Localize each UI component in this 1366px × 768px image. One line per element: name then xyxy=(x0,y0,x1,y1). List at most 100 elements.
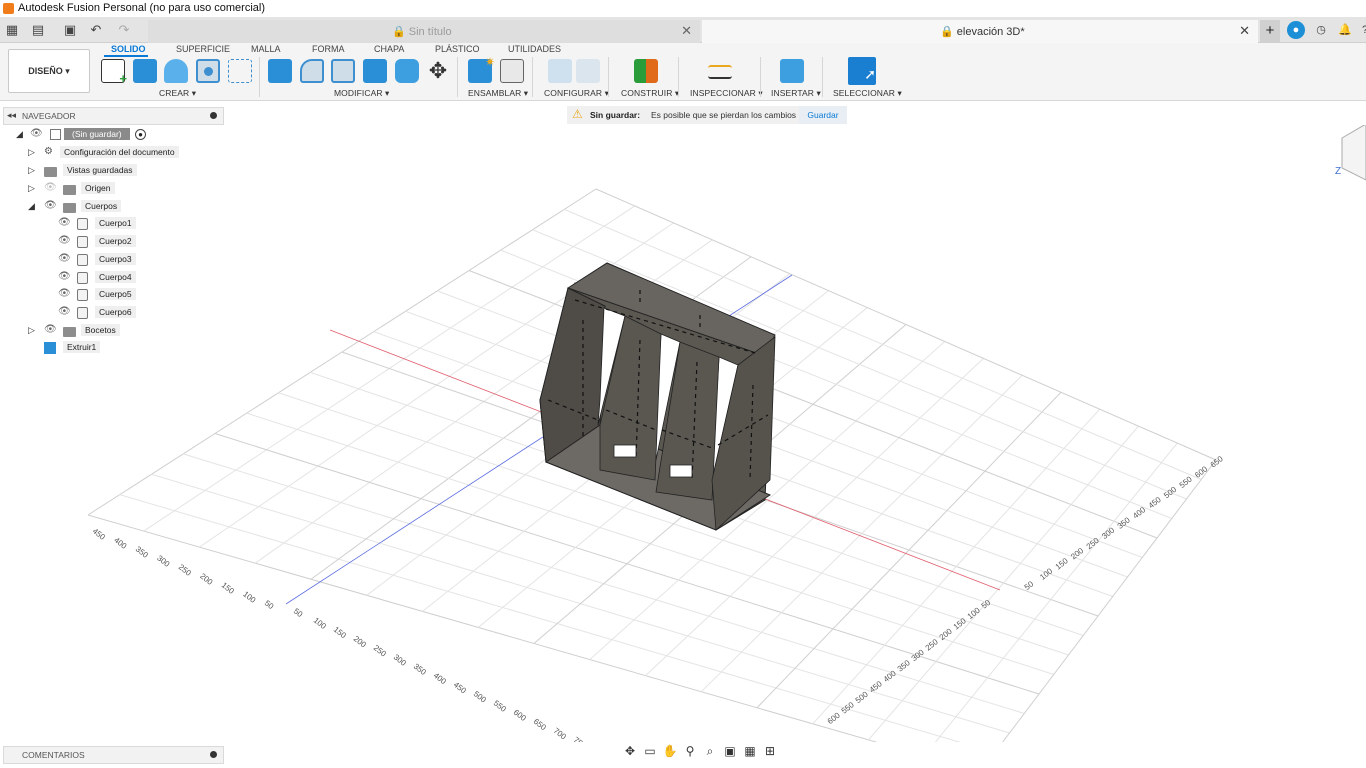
unsaved-warning-bar: ⚠ Sin guardar: Es posible que se pierdan… xyxy=(567,106,847,124)
tab-plastico[interactable]: PLÁSTICO xyxy=(435,44,480,54)
browser-navigator-header[interactable]: ◂◂ NAVEGADOR xyxy=(3,107,224,125)
grid-ruler-label: 450 xyxy=(452,680,468,696)
insert-image-icon[interactable] xyxy=(780,59,804,83)
grid-line xyxy=(934,442,1178,742)
pan-hand-icon[interactable]: ✋ xyxy=(660,744,680,758)
revolve-icon[interactable] xyxy=(164,59,188,83)
workspace-switcher-button[interactable]: DISEÑO ▾ xyxy=(8,49,90,93)
zoom-window-icon[interactable]: ⌕ xyxy=(700,744,720,759)
grid-ruler-label: 100 xyxy=(1038,566,1054,582)
shell-icon[interactable] xyxy=(331,59,355,83)
pattern-icon[interactable] xyxy=(228,59,252,83)
new-tab-plus-icon[interactable]: + xyxy=(1260,20,1280,43)
grid-ruler-label: 150 xyxy=(1054,556,1070,572)
group-ensamblar[interactable]: ENSAMBLAR ▾ xyxy=(468,88,528,99)
notifications-bell-icon[interactable]: 🔔 xyxy=(1336,21,1354,39)
fusion-logo-icon xyxy=(3,3,14,14)
group-crear[interactable]: CREAR ▾ xyxy=(159,88,196,99)
collapse-chevron-icon[interactable]: ◂◂ xyxy=(7,110,16,121)
save-icon[interactable]: ▣ xyxy=(60,21,80,39)
press-pull-icon[interactable] xyxy=(268,59,292,83)
measure-icon[interactable] xyxy=(708,65,732,79)
grid-ruler-label: 550 xyxy=(840,700,856,716)
grid-ruler-label: 300 xyxy=(1100,525,1116,541)
grid-line xyxy=(868,425,1139,741)
grid-ruler-label: 400 xyxy=(112,535,128,551)
comments-title: COMENTARIOS xyxy=(22,750,85,760)
grid-ruler-label: 150 xyxy=(332,625,348,641)
warning-bold-label: Sin guardar: xyxy=(590,110,641,120)
fillet-icon[interactable] xyxy=(300,59,324,83)
grid-ruler-label: 150 xyxy=(952,616,968,632)
group-seleccionar[interactable]: SELECCIONAR ▾ xyxy=(833,88,902,99)
group-inspeccionar[interactable]: INSPECCIONAR ▾ xyxy=(690,88,763,99)
grid-ruler-label: 650 xyxy=(532,717,548,733)
grid-ruler-label: 200 xyxy=(198,571,214,587)
file-menu-icon[interactable]: ▤ xyxy=(28,21,48,39)
group-construir[interactable]: CONSTRUIR ▾ xyxy=(621,88,679,99)
select-cursor-icon[interactable]: ➚ xyxy=(848,57,876,85)
apps-grid-icon[interactable]: ▦ xyxy=(2,21,22,39)
look-at-icon[interactable]: ▭ xyxy=(640,744,660,758)
display-settings-icon[interactable]: ▣ xyxy=(720,744,740,758)
divider xyxy=(259,57,260,97)
grid-ruler-label: 500 xyxy=(472,689,488,705)
divider xyxy=(608,57,609,97)
grid-ruler-label: 150 xyxy=(220,580,236,596)
pin-icon[interactable] xyxy=(210,112,217,119)
extrude-icon[interactable] xyxy=(133,59,157,83)
grid-ruler-label: 550 xyxy=(492,698,508,714)
parameters-icon[interactable] xyxy=(548,59,572,83)
grid-ruler-label: 50 xyxy=(292,606,305,619)
offset-plane-icon[interactable] xyxy=(634,59,658,83)
grid-settings-icon[interactable]: ▦ xyxy=(740,744,760,758)
grid-ruler-label: 450 xyxy=(868,679,884,695)
divider xyxy=(822,57,823,97)
add-comment-icon[interactable] xyxy=(210,751,217,758)
close-icon[interactable]: ✕ xyxy=(1239,23,1250,39)
viewports-icon[interactable]: ⊞ xyxy=(760,744,780,758)
tab-solido[interactable]: SOLIDO xyxy=(111,44,146,54)
grid-ruler-label: 600 xyxy=(826,710,842,726)
divider xyxy=(457,57,458,97)
tab-sin-titulo[interactable]: 🔒 Sin título ✕ xyxy=(148,20,700,43)
online-status-icon[interactable]: ● xyxy=(1287,21,1305,39)
close-icon[interactable]: ✕ xyxy=(681,23,692,39)
zoom-icon[interactable]: ⚲ xyxy=(680,744,700,758)
organizer-model[interactable] xyxy=(539,262,776,531)
grid-ruler-label: 200 xyxy=(938,626,954,642)
tab-chapa[interactable]: CHAPA xyxy=(374,44,404,54)
tab-malla[interactable]: MALLA xyxy=(251,44,281,54)
orbit-icon[interactable]: ✥ xyxy=(620,744,640,758)
undo-icon[interactable]: ↶ xyxy=(86,21,106,39)
help-icon[interactable]: ? xyxy=(1356,21,1366,39)
job-status-clock-icon[interactable]: ◷ xyxy=(1312,21,1330,39)
ribbon-toolbar: DISEÑO ▾ SOLIDO SUPERFICIE MALLA FORMA C… xyxy=(0,43,1366,101)
scale-icon[interactable] xyxy=(395,59,419,83)
tab-forma[interactable]: FORMA xyxy=(312,44,345,54)
navigation-bar: ✥ ▭ ✋ ⚲ ⌕ ▣ ▦ ⊞ xyxy=(620,744,798,766)
configure-icon[interactable] xyxy=(576,59,600,83)
redo-icon[interactable]: ↷ xyxy=(114,21,134,39)
group-insertar[interactable]: INSERTAR ▾ xyxy=(771,88,821,99)
new-component-icon[interactable]: ✷ xyxy=(468,55,495,83)
tab-superficie[interactable]: SUPERFICIE xyxy=(176,44,230,54)
create-sketch-icon[interactable]: + xyxy=(101,59,127,86)
3d-viewport-canvas[interactable]: 450400350300250200150100 5050100150200250… xyxy=(0,125,1366,742)
tab-utilidades[interactable]: UTILIDADES xyxy=(508,44,561,54)
grid-ruler-label: 450 xyxy=(91,526,107,542)
group-configurar[interactable]: CONFIGURAR ▾ xyxy=(544,88,609,99)
group-modificar[interactable]: MODIFICAR ▾ xyxy=(334,88,389,99)
grid-ruler-label: 350 xyxy=(134,544,150,560)
window-title: Autodesk Fusion Personal (no para uso co… xyxy=(18,2,266,14)
move-copy-icon[interactable]: ✥ xyxy=(426,59,450,83)
viewcube[interactable]: Z xyxy=(1335,125,1366,181)
tab-elevacion-3d[interactable]: 🔒 elevación 3D* ✕ xyxy=(702,20,1258,43)
combine-icon[interactable] xyxy=(363,59,387,83)
grid-ruler-label: 300 xyxy=(392,652,408,668)
grid-ruler-label: 100 xyxy=(966,605,982,621)
hole-icon[interactable] xyxy=(196,59,220,83)
joint-icon[interactable] xyxy=(500,59,524,83)
comments-panel-header[interactable]: COMENTARIOS xyxy=(3,746,224,764)
save-now-button[interactable]: Guardar xyxy=(799,106,847,124)
